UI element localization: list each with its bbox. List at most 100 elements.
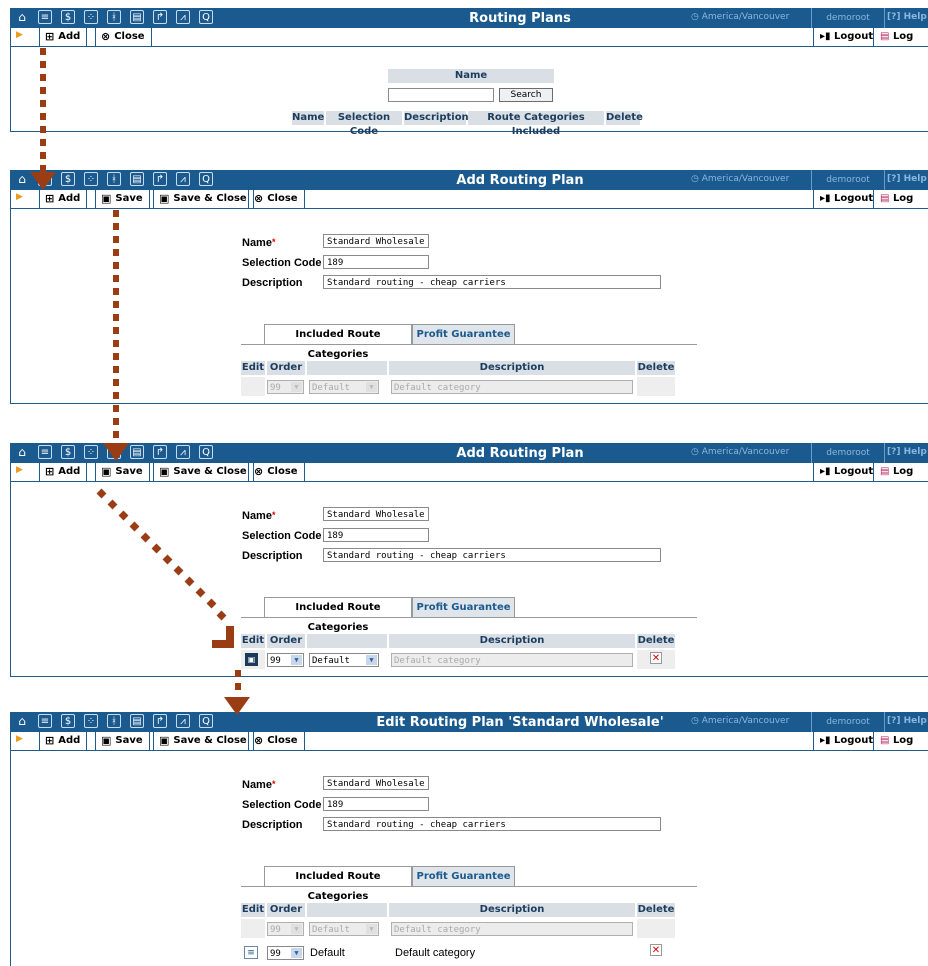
col-description[interactable]: Description — [404, 111, 469, 125]
route-category-select[interactable]: Default ▼ — [309, 653, 379, 667]
description-input[interactable]: Standard routing - cheap carriers — [323, 548, 661, 562]
selection-code-input[interactable]: 189 — [323, 528, 429, 542]
document-icon[interactable]: ▤ — [130, 172, 144, 186]
route-icon[interactable]: ↱ — [153, 445, 167, 459]
search-icon[interactable]: Q — [199, 10, 213, 24]
tab-included-route-categories[interactable]: Included Route Categories — [264, 324, 412, 360]
close-button[interactable]: ⊗ Close — [95, 28, 152, 46]
logout-button[interactable]: ▸▮ Logout — [813, 190, 880, 208]
add-button[interactable]: ⊞ Add — [39, 463, 88, 481]
search-icon[interactable]: Q — [199, 714, 213, 728]
name-input[interactable]: Standard Wholesale — [323, 507, 429, 521]
selection-code-input[interactable]: 189 — [323, 797, 429, 811]
log-button[interactable]: ▤ Log — [873, 463, 928, 481]
help-link[interactable]: [?] Help — [887, 174, 927, 184]
add-button[interactable]: ⊞ Add — [39, 190, 88, 208]
dollar-icon[interactable]: $ — [61, 10, 75, 24]
col-selection-code[interactable]: Selection Code — [326, 111, 402, 137]
user-link[interactable]: demoroot — [811, 443, 885, 463]
dollar-icon[interactable]: $ — [61, 714, 75, 728]
home-icon[interactable]: ⌂ — [15, 714, 29, 728]
col-route-categories[interactable]: Route Categories Included — [468, 111, 604, 137]
grid-icon[interactable]: ⁘ — [84, 172, 98, 186]
grid-icon[interactable]: ⁘ — [84, 714, 98, 728]
help-link[interactable]: [?] Help — [887, 12, 927, 22]
chart-icon[interactable]: ⩘ — [176, 10, 190, 24]
dollar-icon[interactable]: $ — [61, 172, 75, 186]
home-icon[interactable]: ⌂ — [15, 172, 29, 186]
close-button[interactable]: ⊗ Close — [248, 732, 305, 750]
route-icon[interactable]: ↱ — [153, 714, 167, 728]
logout-button[interactable]: ▸▮ Logout — [813, 732, 880, 750]
close-button[interactable]: ⊗ Close — [248, 190, 305, 208]
help-link[interactable]: [?] Help — [887, 716, 927, 726]
tab-included-route-categories[interactable]: Included Route Categories — [264, 597, 412, 633]
description-input[interactable]: Standard routing - cheap carriers — [323, 275, 661, 289]
chart-icon[interactable]: ⩘ — [176, 172, 190, 186]
save-button[interactable]: ▣ Save — [95, 732, 150, 750]
save-close-button[interactable]: ▣ Save & Close — [153, 732, 254, 750]
edit-row-icon[interactable]: ≡ — [244, 946, 258, 959]
search-button[interactable]: Search — [499, 88, 553, 102]
person-icon[interactable]: ᚼ — [107, 172, 121, 186]
grid-icon[interactable]: ⁘ — [84, 10, 98, 24]
order-select[interactable]: 99 ▼ — [267, 653, 304, 667]
description-input[interactable]: Standard routing - cheap carriers — [323, 817, 661, 831]
route-icon[interactable]: ↱ — [153, 172, 167, 186]
tab-included-route-categories[interactable]: Included Route Categories — [264, 866, 412, 902]
timezone-link[interactable]: ◷ America/Vancouver — [691, 447, 789, 457]
document-icon[interactable]: ▤ — [130, 714, 144, 728]
log-button[interactable]: ▤ Log — [873, 28, 928, 46]
name-input[interactable]: Standard Wholesale — [323, 776, 429, 790]
home-icon[interactable]: ⌂ — [15, 445, 29, 459]
search-icon[interactable]: Q — [199, 445, 213, 459]
log-button[interactable]: ▤ Log — [873, 732, 928, 750]
timezone-link[interactable]: ◷ America/Vancouver — [691, 716, 789, 726]
list-icon[interactable]: ≡ — [38, 172, 52, 186]
dollar-icon[interactable]: $ — [61, 445, 75, 459]
list-icon[interactable]: ≡ — [38, 445, 52, 459]
tab-profit-guarantee[interactable]: Profit Guarantee — [412, 866, 515, 886]
search-input[interactable] — [388, 88, 494, 102]
order-select[interactable]: 99 ▼ — [267, 946, 304, 960]
search-icon[interactable]: Q — [199, 172, 213, 186]
person-icon[interactable]: ᚼ — [107, 10, 121, 24]
row-save-icon[interactable]: ▣ — [245, 653, 258, 666]
tab-profit-guarantee[interactable]: Profit Guarantee — [412, 324, 515, 344]
log-button[interactable]: ▤ Log — [873, 190, 928, 208]
close-button[interactable]: ⊗ Close — [248, 463, 305, 481]
chart-icon[interactable]: ⩘ — [176, 714, 190, 728]
document-icon[interactable]: ▤ — [130, 445, 144, 459]
selection-code-input[interactable]: 189 — [323, 255, 429, 269]
user-link[interactable]: demoroot — [811, 8, 885, 28]
row-description-input[interactable]: Default category — [391, 653, 633, 667]
person-icon[interactable]: ᚼ — [107, 714, 121, 728]
logout-button[interactable]: ▸▮ Logout — [813, 28, 880, 46]
add-button[interactable]: ⊞ Add — [39, 732, 88, 750]
save-close-button[interactable]: ▣ Save & Close — [153, 463, 254, 481]
user-link[interactable]: demoroot — [811, 712, 885, 732]
person-icon[interactable]: ᚼ — [107, 445, 121, 459]
save-close-button[interactable]: ▣ Save & Close — [153, 190, 254, 208]
list-icon[interactable]: ≡ — [38, 10, 52, 24]
delete-row-icon[interactable]: ✕ — [650, 652, 662, 664]
document-icon[interactable]: ▤ — [130, 10, 144, 24]
add-button[interactable]: ⊞ Add — [39, 28, 88, 46]
logout-button[interactable]: ▸▮ Logout — [813, 463, 880, 481]
name-input[interactable]: Standard Wholesale — [323, 234, 429, 248]
tab-profit-guarantee[interactable]: Profit Guarantee — [412, 597, 515, 617]
col-delete[interactable]: Delete — [606, 111, 643, 125]
timezone-link[interactable]: ◷ America/Vancouver — [691, 12, 789, 22]
grid-icon[interactable]: ⁘ — [84, 445, 98, 459]
delete-row-icon[interactable]: ✕ — [650, 944, 662, 956]
timezone-link[interactable]: ◷ America/Vancouver — [691, 174, 789, 184]
home-icon[interactable]: ⌂ — [15, 10, 29, 24]
save-button[interactable]: ▣ Save — [95, 190, 150, 208]
save-button[interactable]: ▣ Save — [95, 463, 150, 481]
help-link[interactable]: [?] Help — [887, 447, 927, 457]
user-link[interactable]: demoroot — [811, 170, 885, 190]
route-icon[interactable]: ↱ — [153, 10, 167, 24]
col-name[interactable]: Name — [292, 111, 324, 125]
list-icon[interactable]: ≡ — [38, 714, 52, 728]
chart-icon[interactable]: ⩘ — [176, 445, 190, 459]
